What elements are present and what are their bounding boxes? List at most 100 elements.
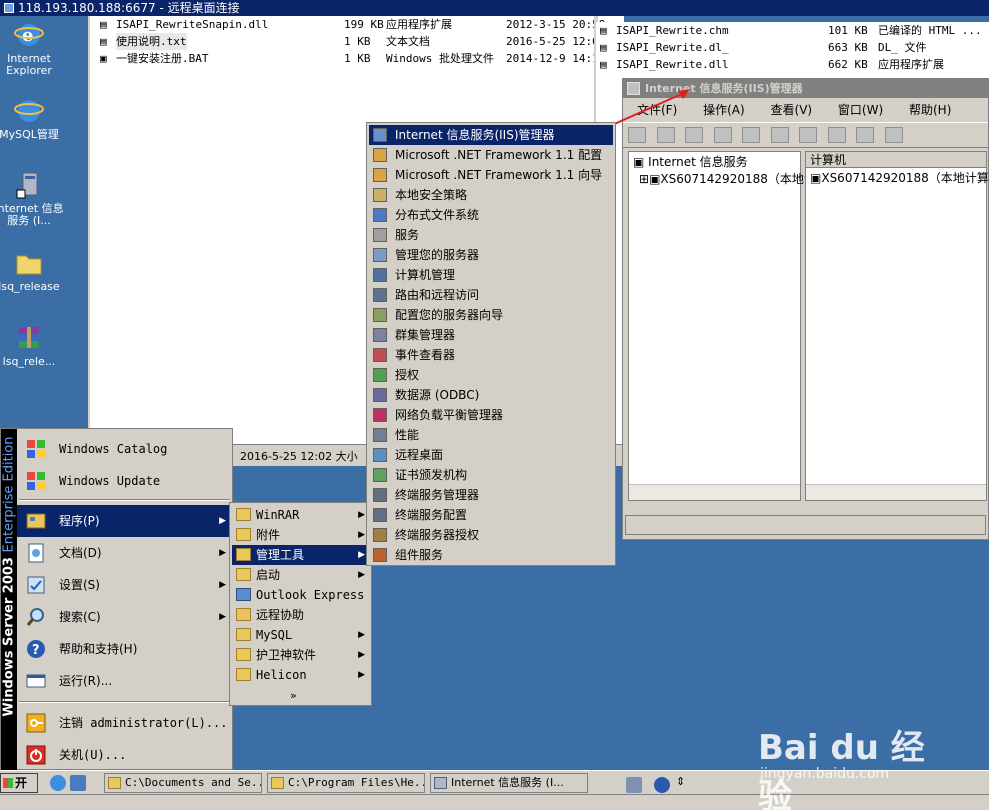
- admin-tool-icon: [373, 428, 387, 442]
- admin-tools-item[interactable]: 服务: [369, 225, 613, 245]
- admin-tools-item[interactable]: 远程桌面: [369, 445, 613, 465]
- admin-tools-item[interactable]: Internet 信息服务(IIS)管理器: [369, 125, 613, 145]
- tray-expand-icon[interactable]: ⇕: [676, 775, 685, 788]
- programs-item-startup[interactable]: 启动 ▶: [232, 565, 369, 585]
- column-header[interactable]: 计算机: [806, 152, 986, 168]
- desktop-icon-lsq-archive[interactable]: lsq_rele...: [0, 323, 64, 368]
- help-icon[interactable]: [654, 777, 670, 793]
- admin-tools-item-label: 分布式文件系统: [395, 208, 480, 222]
- file-size: 101 KB: [828, 24, 868, 37]
- internet-explorer-icon[interactable]: [50, 775, 66, 791]
- admin-tools-item[interactable]: 配置您的服务器向导: [369, 305, 613, 325]
- desktop-icon-lsq-folder[interactable]: lsq_release: [0, 248, 64, 293]
- file-date: 2012-3-15 20:59: [506, 18, 606, 31]
- help-icon[interactable]: [742, 127, 760, 143]
- task-program-files-folder[interactable]: C:\Program Files\He...: [267, 773, 425, 793]
- file-row[interactable]: ▣ 一键安装注册.BAT 1 KB Windows 批处理文件 2014-12-…: [100, 50, 605, 67]
- admin-tools-item[interactable]: 终端服务管理器: [369, 485, 613, 505]
- admin-tools-item[interactable]: 事件查看器: [369, 345, 613, 365]
- programs-item-mysql[interactable]: MySQL ▶: [232, 625, 369, 645]
- admin-tools-item[interactable]: 证书颁发机构: [369, 465, 613, 485]
- task-iis-manager[interactable]: Internet 信息服务 (I...: [430, 773, 588, 793]
- horizontal-scrollbar[interactable]: [806, 484, 986, 500]
- programs-item-label: MySQL: [256, 628, 293, 642]
- start-item-windows-update[interactable]: Windows Update: [17, 465, 232, 497]
- menu-view[interactable]: 查看(V): [771, 103, 813, 117]
- admin-tool-icon: [373, 468, 387, 482]
- properties-icon[interactable]: [713, 127, 732, 143]
- desktop-icon-label: MySQL管理: [0, 128, 59, 141]
- file-row[interactable]: ▤ ISAPI_Rewrite.dl_ 663 KB DL_ 文件: [596, 39, 989, 56]
- start-item-help[interactable]: ? 帮助和支持(H): [17, 633, 232, 665]
- start-item-logoff[interactable]: 注销 administrator(L)...: [17, 707, 232, 739]
- task-label: C:\Documents and Se...: [125, 776, 262, 789]
- start-item-shutdown[interactable]: 关机(U)...: [17, 739, 232, 771]
- horizontal-scrollbar[interactable]: [629, 484, 800, 500]
- start-button[interactable]: 开始: [0, 773, 38, 808]
- rdp-title-bar[interactable]: 118.193.180.188:6677 - 远程桌面连接: [0, 0, 989, 16]
- start-item-documents[interactable]: 文档(D) ▶: [17, 537, 232, 569]
- programs-item-outlook-express[interactable]: Outlook Express: [232, 585, 369, 605]
- start-item-settings[interactable]: 设置(S) ▶: [17, 569, 232, 601]
- file-type: Windows 批处理文件: [386, 52, 494, 65]
- tree-root[interactable]: ▣ Internet 信息服务: [633, 154, 800, 171]
- desktop-icon-internet-explorer[interactable]: e Internet Explorer: [0, 20, 64, 77]
- admin-tools-item[interactable]: 管理您的服务器: [369, 245, 613, 265]
- start-item-search[interactable]: 搜索(C) ▶: [17, 601, 232, 633]
- play-icon[interactable]: [827, 127, 846, 143]
- admin-tools-item[interactable]: 组件服务: [369, 545, 613, 565]
- folder-icon: [236, 548, 251, 561]
- expand-icon[interactable]: ⊞: [639, 172, 649, 186]
- admin-tools-item[interactable]: 数据源 (ODBC): [369, 385, 613, 405]
- admin-tools-item[interactable]: Microsoft .NET Framework 1.1 配置: [369, 145, 613, 165]
- admin-tools-item[interactable]: 群集管理器: [369, 325, 613, 345]
- menu-window[interactable]: 窗口(W): [838, 103, 883, 117]
- pause-icon[interactable]: [884, 127, 903, 143]
- task-label: Internet 信息服务 (I...: [451, 776, 564, 789]
- admin-tools-item[interactable]: 本地安全策略: [369, 185, 613, 205]
- desktop-icon-iis[interactable]: Internet 信息服务 (I...: [0, 170, 64, 227]
- programs-item-admin-tools[interactable]: 管理工具 ▶: [232, 545, 369, 565]
- submenu-arrow-icon: ▶: [358, 510, 365, 520]
- start-item-windows-catalog[interactable]: Windows Catalog: [17, 433, 232, 465]
- programs-item-accessories[interactable]: 附件 ▶: [232, 525, 369, 545]
- task-documents-folder[interactable]: C:\Documents and Se...: [104, 773, 262, 793]
- programs-item-remote-assistance[interactable]: 远程协助: [232, 605, 369, 625]
- admin-tools-item[interactable]: Microsoft .NET Framework 1.1 向导: [369, 165, 613, 185]
- start-item-programs[interactable]: 程序(P) ▶: [17, 505, 232, 537]
- detail-item[interactable]: ▣XS607142920188（本地计算机）: [806, 168, 989, 187]
- admin-tools-item[interactable]: 路由和远程访问: [369, 285, 613, 305]
- file-row[interactable]: ▤ ISAPI_Rewrite.dll 662 KB 应用程序扩展: [596, 56, 989, 73]
- start-item-run[interactable]: 运行(R)...: [17, 665, 232, 697]
- admin-tools-item[interactable]: 授权: [369, 365, 613, 385]
- admin-tools-item[interactable]: 终端服务器授权: [369, 525, 613, 545]
- programs-item-winrar[interactable]: WinRAR ▶: [232, 505, 369, 525]
- network-icon[interactable]: [626, 777, 642, 793]
- file-row[interactable]: ▤ ISAPI_Rewrite.chm 101 KB 已编译的 HTML ...: [596, 22, 989, 39]
- menu-help[interactable]: 帮助(H): [909, 103, 951, 117]
- file-row[interactable]: ▤ ISAPI_RewriteSnapin.dll 199 KB 应用程序扩展 …: [100, 16, 605, 33]
- windows-catalog-icon: [27, 440, 45, 458]
- show-desktop-icon[interactable]: [70, 775, 86, 791]
- programs-item-label: 远程协助: [256, 608, 305, 622]
- desktop-icon-mysql[interactable]: MySQL管理: [0, 96, 64, 141]
- admin-tools-item[interactable]: 网络负载平衡管理器: [369, 405, 613, 425]
- tree-node-computer[interactable]: ⊞▣XS607142920188（本地计: [633, 171, 816, 188]
- admin-tools-item[interactable]: 计算机管理: [369, 265, 613, 285]
- programs-item-huweishen[interactable]: 护卫神软件 ▶: [232, 645, 369, 665]
- iis-manager-window[interactable]: Internet 信息服务(IIS)管理器 文件(F) 操作(A) 查看(V) …: [622, 78, 989, 540]
- expand-menu-chevron-icon[interactable]: »: [290, 689, 297, 702]
- refresh-icon[interactable]: [770, 127, 789, 143]
- file-row[interactable]: ▤ 使用说明.txt 1 KB 文本文档 2016-5-25 12:02: [100, 33, 605, 50]
- windows-update-icon: [27, 472, 45, 490]
- menu-action[interactable]: 操作(A): [703, 103, 745, 117]
- admin-tool-icon: [373, 508, 387, 522]
- programs-item-helicon[interactable]: Helicon ▶: [232, 665, 369, 685]
- computer-icon[interactable]: [799, 127, 817, 143]
- admin-tools-item[interactable]: 分布式文件系统: [369, 205, 613, 225]
- stop-icon[interactable]: [856, 127, 874, 143]
- admin-tool-icon: [373, 268, 387, 282]
- tree-root-label: Internet 信息服务: [648, 155, 748, 169]
- admin-tools-item[interactable]: 性能: [369, 425, 613, 445]
- admin-tools-item[interactable]: 终端服务配置: [369, 505, 613, 525]
